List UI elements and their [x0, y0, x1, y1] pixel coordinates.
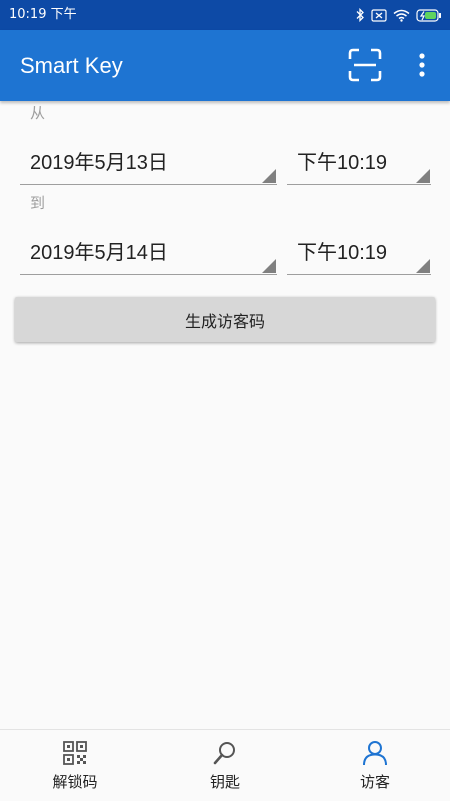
key-search-icon	[213, 742, 235, 765]
nav-label-keys: 钥匙	[209, 773, 240, 791]
scan-icon	[348, 48, 382, 82]
to-time-picker[interactable]: 下午10:19	[287, 234, 431, 275]
nav-label-unlock-code: 解锁码	[52, 773, 98, 791]
nav-item-unlock-code[interactable]: 解锁码	[0, 730, 150, 801]
dropdown-triangle-icon	[262, 259, 276, 273]
status-icons	[355, 7, 442, 23]
status-bar: 10:19 下午	[0, 0, 450, 30]
from-time-picker[interactable]: 下午10:19	[287, 144, 431, 185]
from-time-value: 下午10:19	[297, 152, 388, 174]
more-options-button[interactable]	[410, 48, 434, 82]
battery-icon	[416, 8, 441, 22]
app-title: Smart Key	[20, 53, 123, 78]
bluetooth-icon	[356, 8, 364, 22]
bottom-nav: 解锁码 钥匙 访客	[0, 729, 450, 801]
app-bar: Smart Key	[0, 30, 450, 101]
generate-button-label: 生成访客码	[184, 311, 265, 331]
to-date-picker[interactable]: 2019年5月14日	[20, 234, 277, 275]
nav-item-keys[interactable]: 钥匙	[150, 730, 300, 801]
mute-icon	[371, 8, 387, 22]
to-label: 到	[30, 194, 46, 212]
status-time: 10:19 下午	[9, 7, 77, 22]
nav-label-visitor: 访客	[359, 773, 390, 791]
dropdown-triangle-icon	[416, 259, 430, 273]
person-icon	[363, 741, 387, 766]
dropdown-triangle-icon	[416, 169, 430, 183]
from-date-picker[interactable]: 2019年5月13日	[20, 144, 277, 185]
from-label: 从	[30, 104, 46, 122]
more-vert-icon	[419, 53, 425, 77]
to-date-value: 2019年5月14日	[30, 242, 168, 264]
qr-code-icon	[63, 741, 87, 765]
dropdown-triangle-icon	[262, 169, 276, 183]
from-date-value: 2019年5月13日	[30, 152, 168, 174]
to-time-value: 下午10:19	[297, 242, 388, 264]
generate-visitor-code-button[interactable]: 生成访客码	[15, 297, 435, 342]
wifi-icon	[393, 9, 410, 22]
scan-button[interactable]	[348, 48, 382, 82]
nav-item-visitor[interactable]: 访客	[300, 730, 450, 801]
